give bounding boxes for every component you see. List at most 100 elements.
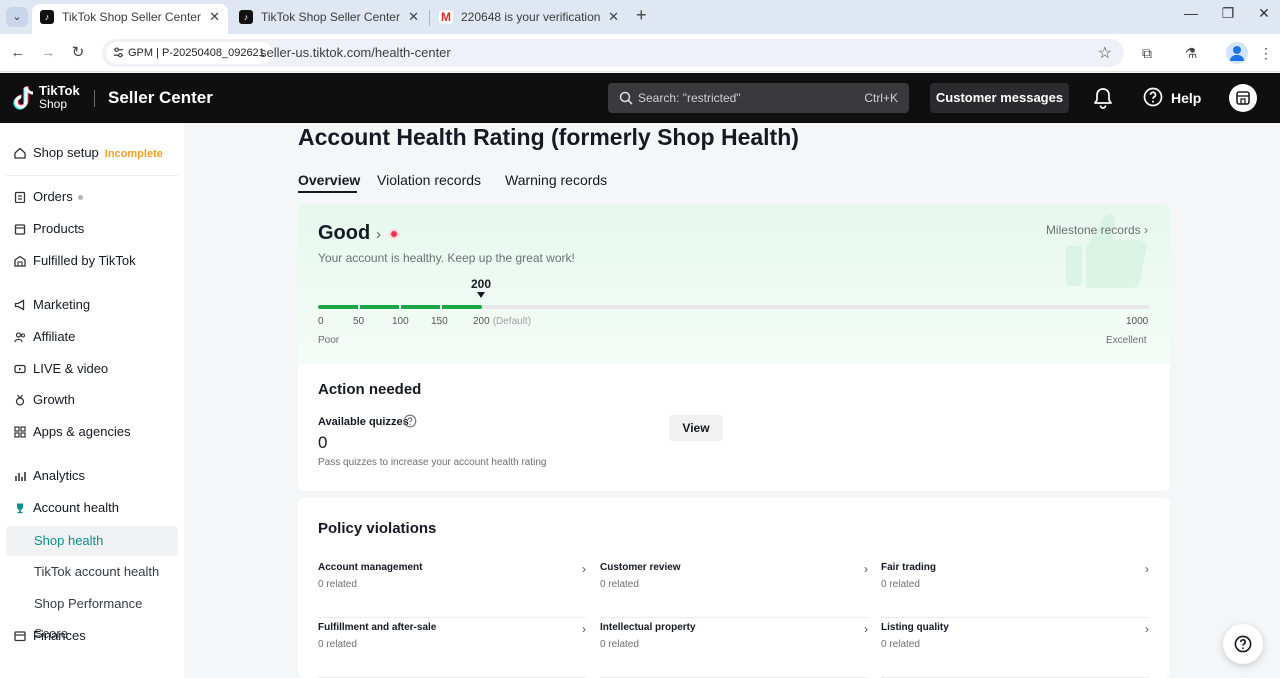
home-icon — [14, 147, 26, 159]
scale-label-200: 200 (Default) — [473, 316, 531, 327]
info-question-icon[interactable] — [403, 414, 417, 428]
trophy-icon — [17, 503, 23, 514]
tiktok-shop-logo[interactable]: TikTok Shop — [12, 83, 92, 113]
policy-item-intellectual-property[interactable]: Intellectual property 0 related › — [600, 622, 868, 678]
policy-violations-title: Policy violations — [318, 520, 437, 537]
video-icon — [14, 364, 26, 374]
sidebar-item-label: Growth — [33, 392, 75, 407]
help-label[interactable]: Help — [1171, 90, 1201, 106]
help-icon[interactable] — [1143, 87, 1163, 107]
restore-icon[interactable]: ❐ — [1218, 5, 1238, 22]
omnibox[interactable]: GPM | P-20250408_092621 seller-us.tiktok… — [102, 39, 1124, 67]
thumbs-up-decoration-icon — [1066, 214, 1147, 288]
scale-label-1000: 1000 — [1126, 316, 1149, 327]
sidebar-item-finances[interactable]: Finances — [6, 621, 178, 651]
view-quizzes-button[interactable]: View — [669, 415, 723, 441]
close-window-icon[interactable]: ✕ — [1254, 5, 1274, 22]
tiktok-logo-icon — [13, 86, 34, 110]
sidebar-item-growth[interactable]: Growth — [6, 385, 178, 415]
gmail-favicon-icon: M — [439, 10, 453, 24]
floating-help-button[interactable] — [1223, 624, 1263, 664]
policy-item-fair-trading[interactable]: Fair trading 0 related › — [881, 562, 1149, 618]
sidebar-item-fulfilled-by-tiktok[interactable]: Fulfilled by TikTok — [6, 246, 178, 276]
policy-item-name: Account management — [318, 562, 423, 573]
policy-item-name: Listing quality — [881, 622, 949, 633]
sidebar-item-label: Shop health — [34, 533, 104, 548]
tab-warning-records[interactable]: Warning records — [505, 172, 607, 188]
profile-chip[interactable]: GPM | P-20250408_092621 — [106, 42, 273, 64]
chevron-right-icon[interactable]: › — [376, 226, 381, 243]
sidebar-item-live-video[interactable]: LIVE & video — [6, 354, 178, 384]
action-needed-title: Action needed — [318, 381, 422, 398]
policy-item-account-management[interactable]: Account management 0 related › — [318, 562, 586, 618]
tab-title: 220648 is your verification code — [461, 10, 601, 24]
sidebar-item-label: Analytics — [33, 468, 86, 483]
customer-messages-button[interactable]: Customer messages — [930, 83, 1069, 113]
close-icon[interactable]: ✕ — [608, 4, 619, 30]
sidebar-item-shop-setup[interactable]: Shop setup Incomplete — [6, 138, 178, 168]
track-tick — [399, 305, 401, 309]
tab-search-button[interactable]: ⌄ — [6, 7, 28, 27]
notification-bell-icon[interactable] — [1093, 87, 1113, 109]
people-icon — [14, 332, 26, 343]
sidebar-item-label: Affiliate — [33, 329, 76, 344]
tab-violation-records[interactable]: Violation records — [377, 172, 481, 188]
score-marker-icon — [477, 292, 485, 298]
score-progress-track — [318, 305, 1149, 309]
browser-tab-2[interactable]: ♪ TikTok Shop Seller Center | United ✕ — [231, 4, 427, 34]
policy-item-listing-quality[interactable]: Listing quality 0 related › — [881, 622, 1149, 678]
new-tab-icon[interactable]: + — [636, 5, 647, 26]
browser-tab-3[interactable]: M 220648 is your verification code ✕ — [431, 4, 627, 34]
bookmark-star-icon[interactable]: ☆ — [1098, 43, 1112, 63]
help-icon — [1234, 635, 1252, 653]
reload-icon[interactable]: ↻ — [68, 43, 88, 63]
policy-item-count: 0 related — [318, 579, 357, 590]
minimize-icon[interactable]: — — [1181, 5, 1201, 21]
sidebar-item-shop-performance-score[interactable]: Shop Performance Score — [6, 589, 178, 641]
forward-icon[interactable]: → — [38, 43, 58, 63]
labs-flask-icon[interactable]: ⚗ — [1182, 44, 1200, 62]
scale-low-label: Poor — [318, 335, 340, 346]
close-icon[interactable]: ✕ — [408, 4, 419, 30]
sidebar-item-apps-agencies[interactable]: Apps & agencies — [6, 417, 178, 447]
policy-item-customer-review[interactable]: Customer review 0 related › — [600, 562, 868, 618]
tab-overview[interactable]: Overview — [298, 172, 360, 188]
page-title: Account Health Rating (formerly Shop Hea… — [298, 124, 799, 150]
sidebar-item-shop-health[interactable]: Shop health — [6, 526, 178, 556]
profile-avatar-icon[interactable] — [1226, 42, 1248, 64]
scale-label-150: 150 — [431, 316, 448, 327]
sidebar-item-affiliate[interactable]: Affiliate — [6, 322, 178, 352]
policy-item-name: Fair trading — [881, 562, 937, 573]
sidebar-item-products[interactable]: Products — [6, 214, 178, 244]
more-menu-icon[interactable]: ⋮ — [1257, 44, 1275, 62]
sidebar-item-tiktok-account-health[interactable]: TikTok account health — [6, 557, 178, 587]
sidebar-item-account-health[interactable]: Account health — [6, 493, 178, 523]
chevron-right-icon: › — [1144, 223, 1148, 237]
url-text[interactable]: seller-us.tiktok.com/health-center — [260, 45, 451, 60]
sidebar-item-label: Shop setup — [33, 145, 99, 160]
profile-chip-label: GPM | P-20250408_092621 — [128, 47, 265, 59]
sidebar-item-marketing[interactable]: Marketing — [6, 290, 178, 320]
global-search-input[interactable]: Search: "restricted" Ctrl+K — [608, 83, 909, 113]
close-icon[interactable]: ✕ — [209, 4, 220, 30]
logo-line-1: TikTok — [39, 83, 80, 98]
health-status-label[interactable]: Good — [318, 222, 370, 245]
sidebar-item-label: Fulfilled by TikTok — [33, 253, 136, 268]
sidebar-item-orders[interactable]: Orders — [6, 182, 178, 212]
back-icon[interactable]: ← — [8, 43, 28, 63]
milestone-records-link[interactable]: Milestone records › — [1046, 223, 1148, 237]
browser-tab-1[interactable]: ♪ TikTok Shop Seller Center | United ✕ — [32, 4, 228, 34]
shop-avatar[interactable] — [1229, 84, 1257, 112]
browser-tab-bar: ⌄ ♪ TikTok Shop Seller Center | United ✕… — [0, 0, 1280, 34]
account-health-card: Good › Your account is healthy. Keep up … — [298, 204, 1170, 491]
sidebar-item-label: Orders — [33, 189, 73, 204]
tab-title: TikTok Shop Seller Center | United — [261, 10, 401, 24]
policy-item-fulfillment-after-sale[interactable]: Fulfillment and after-sale 0 related › — [318, 622, 586, 678]
sidebar-item-label: Account health — [33, 500, 120, 515]
sidebar-divider — [6, 175, 178, 176]
policy-item-count: 0 related — [600, 579, 639, 590]
policy-item-name: Intellectual property — [600, 622, 696, 633]
app-header: TikTok Shop Seller Center Search: "restr… — [0, 73, 1280, 123]
sidebar-item-analytics[interactable]: Analytics — [6, 461, 178, 491]
extensions-icon[interactable]: ⧉ — [1138, 44, 1156, 62]
